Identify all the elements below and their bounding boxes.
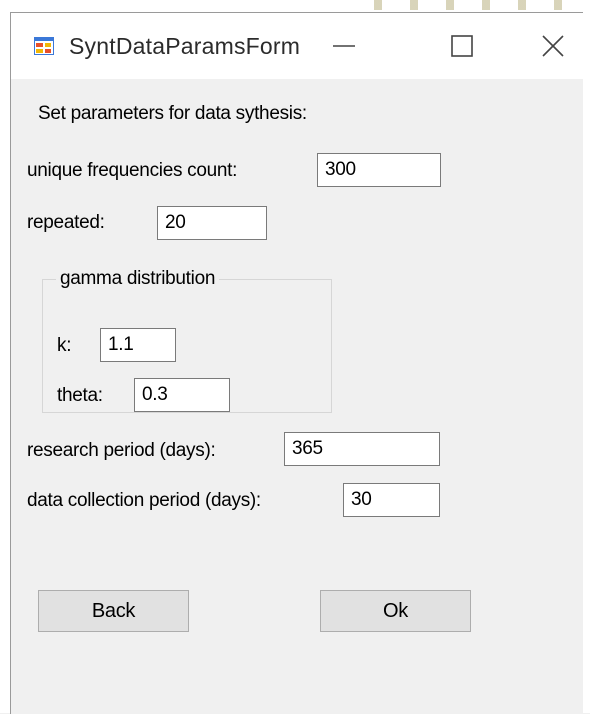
close-icon	[542, 35, 564, 57]
background-window-fragment	[360, 0, 590, 10]
research-period-label: research period (days):	[27, 440, 216, 461]
maximize-icon	[451, 35, 473, 57]
close-button[interactable]	[523, 13, 583, 79]
desktop-backdrop-left	[0, 0, 10, 713]
gamma-distribution-legend: gamma distribution	[56, 268, 220, 290]
winforms-app-icon	[34, 37, 54, 55]
ok-button[interactable]: Ok	[320, 590, 471, 632]
maximize-button[interactable]	[432, 13, 492, 79]
k-input[interactable]: 1.1	[100, 328, 176, 362]
desktop-backdrop-right	[582, 0, 590, 713]
k-label: k:	[57, 335, 72, 356]
research-period-input[interactable]: 365	[284, 432, 440, 466]
gamma-distribution-group: gamma distribution k: 1.1 theta: 0.3	[42, 268, 332, 413]
back-button[interactable]: Back	[38, 590, 189, 632]
unique-frequencies-input[interactable]: 300	[317, 153, 441, 187]
window-title: SyntDataParamsForm	[69, 33, 301, 59]
collection-period-input[interactable]: 30	[343, 483, 440, 517]
collection-period-label: data collection period (days):	[27, 490, 261, 511]
repeated-label: repeated:	[27, 212, 105, 233]
unique-frequencies-label: unique frequencies count:	[27, 160, 238, 181]
minimize-icon	[333, 35, 355, 57]
minimize-button[interactable]	[314, 13, 374, 79]
form-heading: Set parameters for data sythesis:	[38, 103, 307, 124]
theta-input[interactable]: 0.3	[134, 378, 230, 412]
title-bar[interactable]: SyntDataParamsForm	[11, 13, 583, 79]
synt-data-params-window: SyntDataParamsForm Set parameters for da…	[10, 12, 583, 714]
repeated-input[interactable]: 20	[157, 206, 267, 240]
theta-label: theta:	[57, 385, 103, 406]
